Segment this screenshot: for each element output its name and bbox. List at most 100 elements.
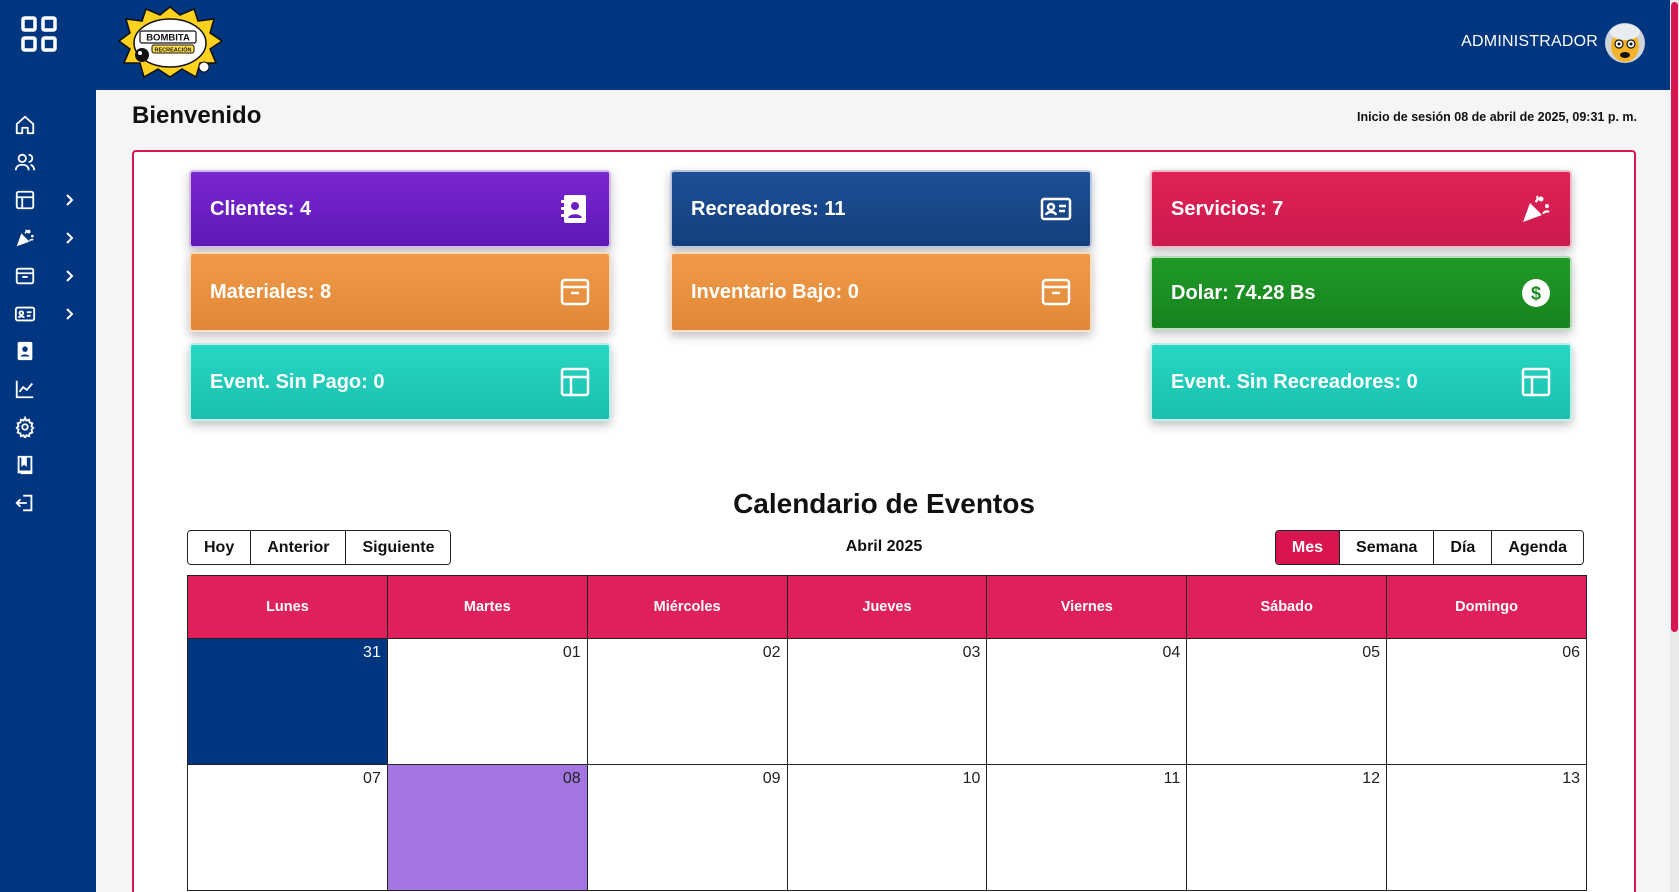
weekday-header: Lunes bbox=[187, 575, 388, 639]
card-label: Materiales: 8 bbox=[210, 280, 332, 303]
view-day-button[interactable]: Día bbox=[1434, 531, 1493, 564]
party-popper-icon bbox=[1523, 195, 1550, 222]
sidebar-item-clients[interactable] bbox=[0, 334, 96, 368]
weekday-header: Sábado bbox=[1186, 575, 1388, 639]
party-popper-icon bbox=[16, 229, 34, 247]
home-icon bbox=[15, 115, 35, 135]
sidebar-item-settings[interactable] bbox=[0, 410, 96, 444]
day-cell[interactable]: 01 bbox=[386, 638, 588, 765]
sidebar-item-reports[interactable] bbox=[0, 372, 96, 406]
day-cell[interactable]: 12 bbox=[1186, 764, 1388, 891]
day-cell[interactable]: 02 bbox=[586, 638, 788, 765]
calendar-grid: Lunes Martes Miércoles Jueves Viernes Sá… bbox=[187, 575, 1587, 891]
dollar-circle-icon: $ bbox=[1522, 279, 1550, 307]
svg-text:BOMBITA: BOMBITA bbox=[146, 33, 190, 44]
card-label: Clientes: 4 bbox=[210, 197, 312, 220]
card-dolar[interactable]: Dolar: 74.28 Bs $ bbox=[1150, 256, 1572, 330]
calendar-week-row: 07 08 09 10 11 12 13 bbox=[187, 764, 1587, 891]
logout-icon bbox=[15, 494, 33, 512]
day-cell[interactable]: 09 bbox=[586, 764, 788, 891]
scrollbar-thumb[interactable] bbox=[1671, 2, 1678, 632]
card-label: Servicios: 7 bbox=[1171, 197, 1284, 220]
archive-box-icon bbox=[560, 278, 590, 306]
weekday-header-row: Lunes Martes Miércoles Jueves Viernes Sá… bbox=[187, 575, 1587, 639]
day-cell-off-month[interactable]: 31 bbox=[187, 638, 388, 765]
previous-button[interactable]: Anterior bbox=[251, 531, 347, 564]
main-content: Bienvenido Inicio de sesión 08 de abril … bbox=[96, 90, 1670, 892]
card-label: Recreadores: 11 bbox=[691, 197, 846, 220]
day-cell[interactable]: 05 bbox=[1186, 638, 1388, 765]
sidebar-item-services[interactable] bbox=[0, 221, 96, 255]
view-month-button[interactable]: Mes bbox=[1275, 531, 1341, 564]
card-servicios[interactable]: Servicios: 7 bbox=[1150, 170, 1572, 248]
card-recreadores[interactable]: Recreadores: 11 bbox=[670, 170, 1092, 248]
id-card-icon bbox=[1040, 197, 1072, 221]
weekday-header: Jueves bbox=[786, 575, 988, 639]
calendar-view-toolbar: Mes Semana Día Agenda bbox=[1274, 530, 1584, 565]
card-label: Event. Sin Pago: 0 bbox=[210, 370, 385, 393]
day-cell[interactable]: 03 bbox=[786, 638, 988, 765]
card-materiales[interactable]: Materiales: 8 bbox=[189, 252, 611, 332]
chevron-right-icon bbox=[66, 232, 74, 244]
sidebar-item-inventory[interactable] bbox=[0, 259, 96, 293]
card-event-sin-recreadores[interactable]: Event. Sin Recreadores: 0 bbox=[1150, 343, 1572, 421]
dashboard-panel: Clientes: 4 Recreadores: 11 Servicios: 7… bbox=[132, 150, 1636, 892]
chevron-right-icon bbox=[66, 270, 74, 282]
view-agenda-button[interactable]: Agenda bbox=[1492, 531, 1583, 564]
page-scrollbar[interactable] bbox=[1670, 0, 1679, 892]
book-icon bbox=[17, 455, 33, 475]
archive-box-icon bbox=[1041, 278, 1071, 306]
page-title: Bienvenido bbox=[132, 102, 262, 129]
admin-name[interactable]: ADMINISTRADOR bbox=[1461, 33, 1598, 51]
apps-grid-icon[interactable] bbox=[21, 16, 57, 52]
top-header: BOMBITA RECREACIÓN ADMINISTRADOR bbox=[0, 0, 1670, 90]
sidebar-item-users[interactable] bbox=[0, 145, 96, 179]
archive-box-icon bbox=[15, 267, 35, 285]
users-icon bbox=[14, 153, 36, 171]
avatar[interactable] bbox=[1604, 20, 1646, 66]
weekday-header: Martes bbox=[386, 575, 588, 639]
calendar-nav-toolbar: Hoy Anterior Siguiente bbox=[187, 530, 452, 565]
contact-book-icon bbox=[17, 341, 33, 361]
brand-logo[interactable]: BOMBITA RECREACIÓN bbox=[118, 5, 223, 79]
login-timestamp: Inicio de sesión 08 de abril de 2025, 09… bbox=[1357, 110, 1637, 124]
sidebar-item-home[interactable] bbox=[0, 108, 96, 142]
chevron-right-icon bbox=[66, 308, 74, 320]
day-cell[interactable]: 13 bbox=[1386, 764, 1587, 891]
sidebar bbox=[0, 90, 96, 892]
card-clientes[interactable]: Clientes: 4 bbox=[189, 170, 611, 248]
today-button[interactable]: Hoy bbox=[188, 531, 252, 564]
card-label: Event. Sin Recreadores: 0 bbox=[1171, 370, 1418, 393]
card-event-sin-pago[interactable]: Event. Sin Pago: 0 bbox=[189, 343, 611, 421]
calendar-month-label: Abril 2025 bbox=[845, 538, 923, 555]
day-cell[interactable]: 10 bbox=[786, 764, 988, 891]
day-cell[interactable]: 04 bbox=[986, 638, 1188, 765]
sidebar-item-logout[interactable] bbox=[0, 486, 96, 520]
day-cell[interactable]: 11 bbox=[986, 764, 1188, 891]
chart-line-icon bbox=[15, 380, 34, 399]
card-label: Dolar: 74.28 Bs bbox=[1171, 281, 1316, 304]
gear-icon bbox=[15, 416, 35, 438]
view-week-button[interactable]: Semana bbox=[1340, 531, 1435, 564]
weekday-header: Domingo bbox=[1386, 575, 1587, 639]
sidebar-item-manual[interactable] bbox=[0, 448, 96, 482]
id-card-icon bbox=[14, 306, 36, 322]
calendar-week-row: 31 01 02 03 04 05 06 bbox=[187, 638, 1587, 765]
layout-icon bbox=[560, 367, 590, 397]
chevron-right-icon bbox=[66, 194, 74, 206]
layout-icon bbox=[1521, 367, 1551, 397]
day-cell[interactable]: 06 bbox=[1386, 638, 1587, 765]
svg-text:RECREACIÓN: RECREACIÓN bbox=[155, 46, 192, 54]
next-button[interactable]: Siguiente bbox=[346, 531, 451, 564]
sidebar-item-recreators[interactable] bbox=[0, 297, 96, 331]
card-label: Inventario Bajo: 0 bbox=[691, 280, 859, 303]
sidebar-item-layout[interactable] bbox=[0, 183, 96, 217]
contact-book-icon bbox=[561, 195, 586, 223]
day-cell-today[interactable]: 08 bbox=[386, 764, 588, 891]
weekday-header: Viernes bbox=[986, 575, 1188, 639]
svg-text:$: $ bbox=[1531, 284, 1541, 304]
card-inventario-bajo[interactable]: Inventario Bajo: 0 bbox=[670, 252, 1092, 332]
layout-icon bbox=[15, 190, 35, 210]
weekday-header: Miércoles bbox=[586, 575, 788, 639]
day-cell[interactable]: 07 bbox=[187, 764, 388, 891]
